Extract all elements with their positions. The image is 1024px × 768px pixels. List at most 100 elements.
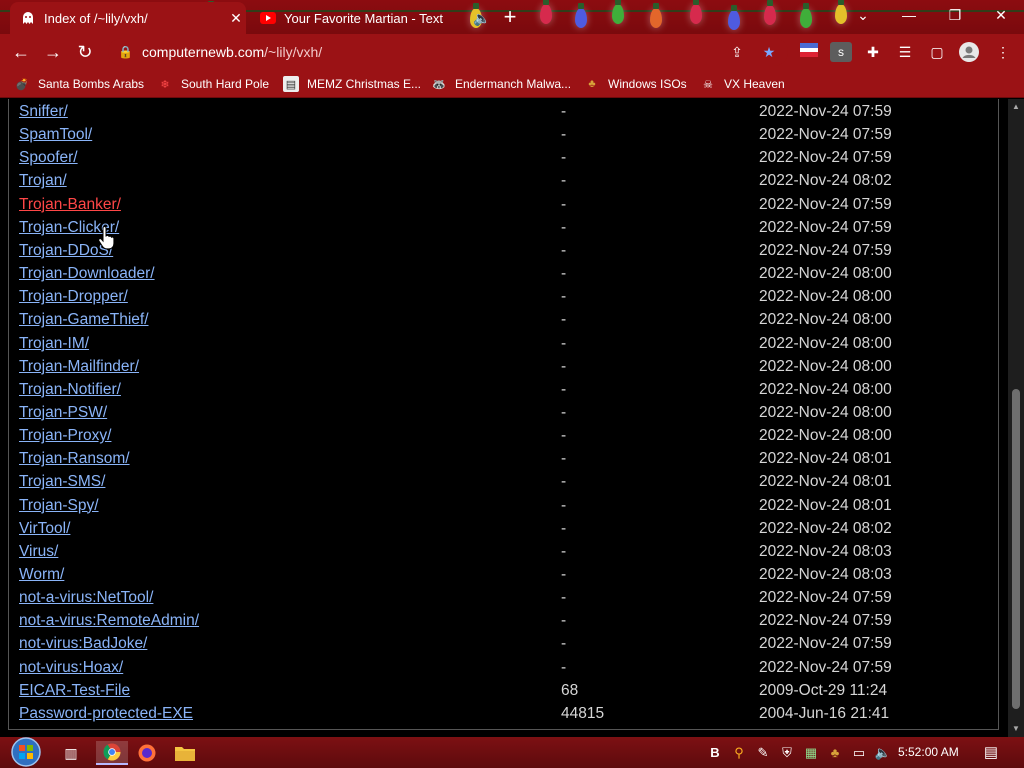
volume-icon[interactable]: 🔈 <box>874 743 892 763</box>
bookmark-star-icon[interactable]: ★ <box>758 42 780 62</box>
bookmark-south-hard-pole[interactable]: ❄ South Hard Pole <box>157 75 269 93</box>
listing-row: Trojan-PSW/ - 2022-Nov-24 08:00 <box>9 401 999 424</box>
listing-row: Trojan-Notifier/ - 2022-Nov-24 08:00 <box>9 378 999 401</box>
restore-button[interactable]: ❐ <box>932 0 978 30</box>
directory-link[interactable]: Trojan-Proxy/ <box>19 424 111 447</box>
directory-link[interactable]: not-virus:Hoax/ <box>19 656 123 679</box>
listing-row: Password-protected-EXE 44815 2004-Jun-16 2… <box>9 702 999 725</box>
chrome-icon[interactable] <box>96 741 128 765</box>
task-view-icon[interactable]: ▥ <box>58 741 84 765</box>
directory-link[interactable]: Trojan-Ransom/ <box>19 447 130 470</box>
directory-link[interactable]: Trojan-Notifier/ <box>19 378 121 401</box>
share-icon[interactable]: ⇪ <box>726 42 748 62</box>
tab-search-icon[interactable]: ⌄ <box>840 0 886 30</box>
bookmark-label: Windows ISOs <box>608 77 687 91</box>
directory-link[interactable]: Sniffer/ <box>19 100 68 123</box>
bookmark-santa-bombs-arabs[interactable]: 💣 Santa Bombs Arabs <box>14 75 144 93</box>
directory-link[interactable]: Trojan-PSW/ <box>19 401 107 424</box>
ghost-icon <box>20 10 36 26</box>
reload-button[interactable]: ↻ <box>72 40 98 64</box>
start-orb-icon[interactable] <box>10 737 42 767</box>
close-tab-icon[interactable]: ✕ <box>226 10 246 27</box>
file-size: - <box>561 288 567 306</box>
browser-toolbar: ← → ↻ 🔒 computernewb.com/~lily/vxh/ ⇪ ★ … <box>0 34 1024 70</box>
directory-link[interactable]: Trojan-Mailfinder/ <box>19 355 139 378</box>
media-queue-icon[interactable]: ☰ <box>894 42 916 62</box>
listing-row: Trojan-Downloader/ - 2022-Nov-24 08:00 <box>9 262 999 285</box>
directory-link[interactable]: Trojan/ <box>19 169 67 192</box>
extension-s-icon[interactable]: s <box>830 42 852 62</box>
file-size: - <box>561 357 567 375</box>
firefox-icon[interactable] <box>134 741 160 765</box>
modified-date: 2022-Nov-24 07:59 <box>759 103 892 120</box>
network-icon[interactable]: ▭ <box>850 743 868 763</box>
directory-link[interactable]: not-virus:BadJoke/ <box>19 632 147 655</box>
forward-button[interactable]: → <box>40 40 66 64</box>
file-size: - <box>561 473 567 491</box>
taskbar-clock[interactable]: 5:52:00 AM <box>898 745 959 759</box>
tray-grid-icon[interactable]: ▦ <box>802 743 820 763</box>
bookmark-endermanch-malware[interactable]: 🦝 Endermanch Malwa... <box>431 75 571 93</box>
close-window-button[interactable]: ✕ <box>978 0 1024 30</box>
directory-link[interactable]: Trojan-Dropper/ <box>19 285 128 308</box>
bookmark-windows-isos[interactable]: ♣ Windows ISOs <box>584 75 687 93</box>
directory-link[interactable]: Spoofer/ <box>19 146 78 169</box>
tree-icon: ♣ <box>588 78 596 90</box>
windows-taskbar: ▥ B ⚲ ✎ ⛨ ▦ ♣ ▭ 🔈 5:52:00 AM ▤ <box>0 737 1024 768</box>
extension-flag-icon[interactable] <box>798 42 820 62</box>
file-size: - <box>561 126 567 144</box>
tray-b-icon[interactable]: B <box>706 743 724 763</box>
minimize-button[interactable]: — <box>886 0 932 30</box>
directory-link[interactable]: EICAR-Test-File <box>19 679 130 702</box>
tray-pen-icon[interactable]: ✎ <box>754 743 772 763</box>
notification-icon[interactable]: ▤ <box>982 743 1000 763</box>
tray-shield-icon[interactable]: ⛨ <box>778 743 796 763</box>
directory-link[interactable]: SpamTool/ <box>19 123 92 146</box>
scroll-up-icon[interactable]: ▲ <box>1012 103 1020 111</box>
page-scrollbar[interactable]: ▲ ▼ <box>1008 99 1024 737</box>
profile-avatar-icon[interactable] <box>958 42 980 62</box>
directory-link[interactable]: Trojan-GameThief/ <box>19 308 149 331</box>
bookmark-vx-heaven[interactable]: ☠ VX Heaven <box>700 75 785 93</box>
back-button[interactable]: ← <box>8 40 34 64</box>
directory-link[interactable]: Trojan-Spy/ <box>19 494 99 517</box>
directory-link[interactable]: Password-protected-EXE <box>19 702 193 725</box>
listing-row: VirTool/ - 2022-Nov-24 08:02 <box>9 517 999 540</box>
bookmark-label: Santa Bombs Arabs <box>38 77 145 91</box>
lock-icon[interactable]: 🔒 <box>118 45 134 59</box>
file-size: - <box>561 149 567 167</box>
url-host: computernewb.com <box>142 44 265 60</box>
tab-index-of-vxh[interactable]: Index of /~lily/vxh/ ✕ <box>10 2 246 34</box>
directory-link[interactable]: Trojan-SMS/ <box>19 470 105 493</box>
tray-tree-icon[interactable]: ♣ <box>826 743 844 763</box>
modified-date: 2009-Oct-29 11:24 <box>759 681 888 699</box>
listing-row: Sniffer/ - 2022-Nov-24 07:59 <box>9 100 999 123</box>
side-panel-icon[interactable]: ▢ <box>926 42 948 62</box>
bookmark-memz-christmas[interactable]: ▤ MEMZ Christmas E... <box>283 75 421 93</box>
menu-kebab-icon[interactable]: ⋮ <box>992 42 1014 62</box>
skull-icon: ☠ <box>703 78 713 91</box>
file-size: - <box>561 265 567 283</box>
christmas-light <box>612 0 624 24</box>
scroll-down-icon[interactable]: ▼ <box>1012 725 1020 733</box>
directory-link[interactable]: Trojan-Banker/ <box>19 193 121 216</box>
address-bar[interactable]: 🔒 computernewb.com/~lily/vxh/ <box>108 38 788 66</box>
listing-row: Trojan-Dropper/ - 2022-Nov-24 08:00 <box>9 285 999 308</box>
listing-row: Trojan-Mailfinder/ - 2022-Nov-24 08:00 <box>9 355 999 378</box>
tab-your-favorite-martian[interactable]: Your Favorite Martian - Text 🔈 <box>252 2 492 34</box>
directory-link[interactable]: Trojan-IM/ <box>19 332 89 355</box>
directory-link[interactable]: Virus/ <box>19 540 58 563</box>
directory-link[interactable]: not-a-virus:NetTool/ <box>19 586 153 609</box>
scrollbar-thumb[interactable] <box>1012 389 1020 709</box>
directory-link[interactable]: Trojan-Downloader/ <box>19 262 155 285</box>
directory-link[interactable]: Worm/ <box>19 563 64 586</box>
listing-row: SpamTool/ - 2022-Nov-24 07:59 <box>9 123 999 146</box>
directory-link[interactable]: not-a-virus:RemoteAdmin/ <box>19 609 199 632</box>
new-tab-button[interactable]: + <box>498 6 522 30</box>
file-explorer-icon[interactable] <box>172 741 198 765</box>
directory-link[interactable]: VirTool/ <box>19 517 70 540</box>
speaker-icon[interactable]: 🔈 <box>472 10 492 27</box>
modified-date: 2022-Nov-24 07:59 <box>759 126 892 144</box>
tray-search-icon[interactable]: ⚲ <box>730 743 748 763</box>
puzzle-icon[interactable]: ✚ <box>862 42 884 62</box>
